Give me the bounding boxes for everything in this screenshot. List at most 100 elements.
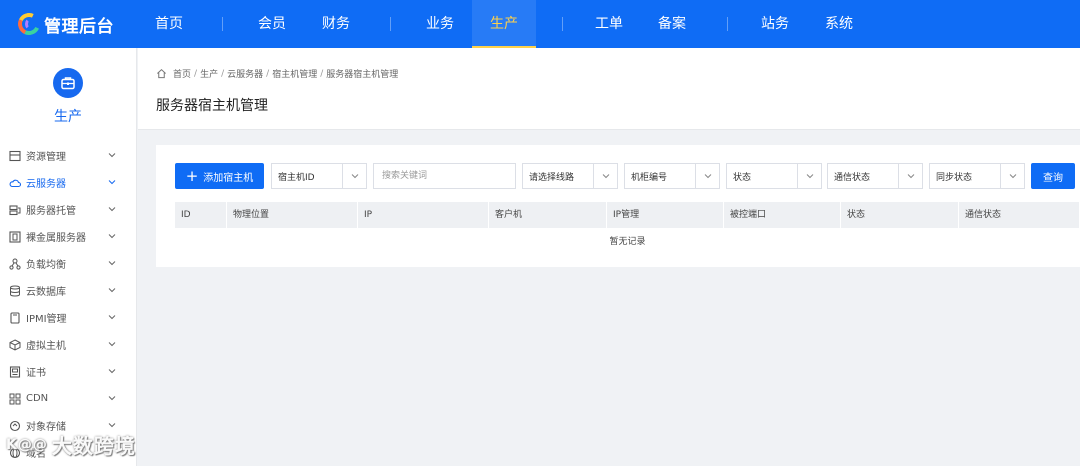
column-header[interactable]: 被控端口 [724, 202, 841, 228]
cabinet-select-value: 机柜编号 [631, 172, 668, 183]
nav-item-system[interactable]: 系统 [808, 0, 870, 48]
nav-item-production[interactable]: 生产 [472, 0, 536, 48]
breadcrumb-item-host-management[interactable]: 宿主机管理 [272, 67, 317, 80]
column-header[interactable]: 状态 [841, 202, 959, 228]
nav-item-finance[interactable]: 财务 [305, 0, 367, 48]
sidebar-item-label: 证书 [26, 368, 46, 379]
nav-divider [222, 17, 223, 31]
breadcrumb-item-cloud-server[interactable]: 云服务器 [227, 67, 263, 80]
sidebar-item-bare-metal[interactable]: 裸金属服务器 [0, 223, 136, 250]
chevron-down-icon [108, 315, 116, 320]
column-header[interactable]: IP管理 [607, 202, 724, 228]
query-button[interactable]: 查询 [1031, 163, 1075, 189]
cabinet-select[interactable]: 机柜编号 [624, 163, 720, 189]
sidebar-item-label: 负载均衡 [26, 260, 66, 271]
watermark: K@@ 大数跨境 [6, 430, 136, 459]
chevron-down-icon [593, 164, 617, 188]
comm-status-select-value: 通信状态 [834, 172, 871, 183]
nav-item-member[interactable]: 会员 [241, 0, 303, 48]
sidebar-item-label: CDN [26, 393, 49, 404]
chevron-down-icon [108, 234, 116, 239]
chevron-down-icon [108, 153, 116, 158]
comm-status-select[interactable]: 通信状态 [827, 163, 923, 189]
app-logo[interactable]: 管理后台 [0, 9, 138, 39]
content-panel: + 添加宿主机 宿主机ID 请选择线路 机柜编号 状态 通信状态 同步状态 [156, 145, 1080, 267]
cdn-icon [9, 393, 21, 405]
nav-divider [390, 17, 391, 31]
nav-divider [727, 17, 728, 31]
chevron-down-icon [108, 396, 116, 401]
chevron-down-icon [108, 261, 116, 266]
sidebar-item-ipmi[interactable]: IPMI管理 [0, 304, 136, 331]
column-header[interactable]: 通信状态 [959, 202, 1080, 228]
watermark-logo: K@@ [6, 436, 48, 453]
chevron-down-icon [108, 180, 116, 185]
table-header: ID 物理位置 IP 客户机 IP管理 被控端口 状态 通信状态 [175, 202, 1080, 228]
breadcrumb-item-home[interactable]: 首页 [173, 67, 191, 80]
home-icon[interactable] [156, 68, 167, 79]
sidebar-item-label: 裸金属服务器 [26, 233, 86, 244]
host-table: ID 物理位置 IP 客户机 IP管理 被控端口 状态 通信状态 暂无记录 [175, 202, 1080, 256]
chevron-down-icon [108, 207, 116, 212]
status-select[interactable]: 状态 [726, 163, 822, 189]
chevron-down-icon [108, 288, 116, 293]
sync-status-select-value: 同步状态 [936, 172, 973, 183]
column-header[interactable]: 客户机 [489, 202, 607, 228]
sidebar-item-resource[interactable]: 资源管理 [0, 142, 136, 169]
nav-divider [562, 17, 563, 31]
line-select-value: 请选择线路 [529, 172, 575, 183]
sidebar-header: 生产 [0, 48, 136, 134]
chevron-down-icon [695, 164, 719, 188]
sidebar: 生产 资源管理 云服务器 服务器托管 裸金属服务器 负载均衡 云数据库 IPMI… [0, 48, 137, 466]
breadcrumb-item-production[interactable]: 生产 [200, 67, 218, 80]
chevron-down-icon [1000, 164, 1024, 188]
certificate-icon [9, 365, 21, 378]
column-header[interactable]: IP [358, 202, 489, 228]
hosting-icon [9, 204, 21, 216]
chevron-down-icon [108, 342, 116, 347]
search-input[interactable] [373, 163, 516, 189]
page-header: 首页 / 生产 / 云服务器 / 宿主机管理 / 服务器宿主机管理 服务器宿主机管理 [138, 48, 1080, 130]
watermark-text: 大数跨境 [51, 434, 136, 458]
sidebar-item-label: 资源管理 [26, 152, 66, 163]
logo-icon [14, 9, 44, 39]
sidebar-item-label: IPMI管理 [26, 314, 67, 325]
field-select[interactable]: 宿主机ID [271, 163, 367, 189]
top-nav-bar: 管理后台 首页 会员 财务 业务 生产 工单 备案 站务 系统 [0, 0, 1080, 48]
sidebar-menu: 资源管理 云服务器 服务器托管 裸金属服务器 负载均衡 云数据库 IPMI管理 … [0, 142, 136, 466]
line-select[interactable]: 请选择线路 [522, 163, 618, 189]
cloud-icon [9, 177, 21, 189]
add-host-button[interactable]: + 添加宿主机 [175, 163, 264, 189]
chevron-down-icon [342, 164, 366, 188]
sidebar-item-cloud-server[interactable]: 云服务器 [0, 169, 136, 196]
nav-item-site[interactable]: 站务 [744, 0, 806, 48]
nav-item-home[interactable]: 首页 [138, 0, 200, 48]
sync-status-select[interactable]: 同步状态 [929, 163, 1025, 189]
load-balancer-icon [9, 258, 21, 270]
empty-state-text: 暂无记录 [609, 237, 646, 247]
page-title: 服务器宿主机管理 [156, 98, 268, 114]
nav-item-business[interactable]: 业务 [409, 0, 471, 48]
sidebar-item-certificate[interactable]: 证书 [0, 358, 136, 385]
ipmi-icon [9, 311, 21, 324]
sidebar-item-database[interactable]: 云数据库 [0, 277, 136, 304]
nav-item-ticket[interactable]: 工单 [578, 0, 640, 48]
chevron-down-icon [108, 369, 116, 374]
chevron-down-icon [797, 164, 821, 188]
sidebar-item-virtual-host[interactable]: 虚拟主机 [0, 331, 136, 358]
sidebar-item-load-balancer[interactable]: 负载均衡 [0, 250, 136, 277]
nav-item-filing[interactable]: 备案 [641, 0, 703, 48]
breadcrumb-item-current: 服务器宿主机管理 [326, 70, 399, 80]
sidebar-item-label: 虚拟主机 [26, 341, 66, 352]
add-host-label: 添加宿主机 [203, 172, 254, 184]
field-select-value: 宿主机ID [278, 172, 315, 183]
database-icon [9, 285, 21, 297]
sidebar-item-cdn[interactable]: CDN [0, 385, 136, 412]
breadcrumb: 首页 / 生产 / 云服务器 / 宿主机管理 / 服务器宿主机管理 [156, 67, 398, 80]
sidebar-item-hosting[interactable]: 服务器托管 [0, 196, 136, 223]
column-header[interactable]: ID [175, 202, 227, 228]
column-header[interactable]: 物理位置 [227, 202, 358, 228]
server-rack-icon [9, 150, 21, 162]
sidebar-item-label: 云数据库 [26, 287, 66, 298]
toolbox-icon [53, 68, 83, 98]
